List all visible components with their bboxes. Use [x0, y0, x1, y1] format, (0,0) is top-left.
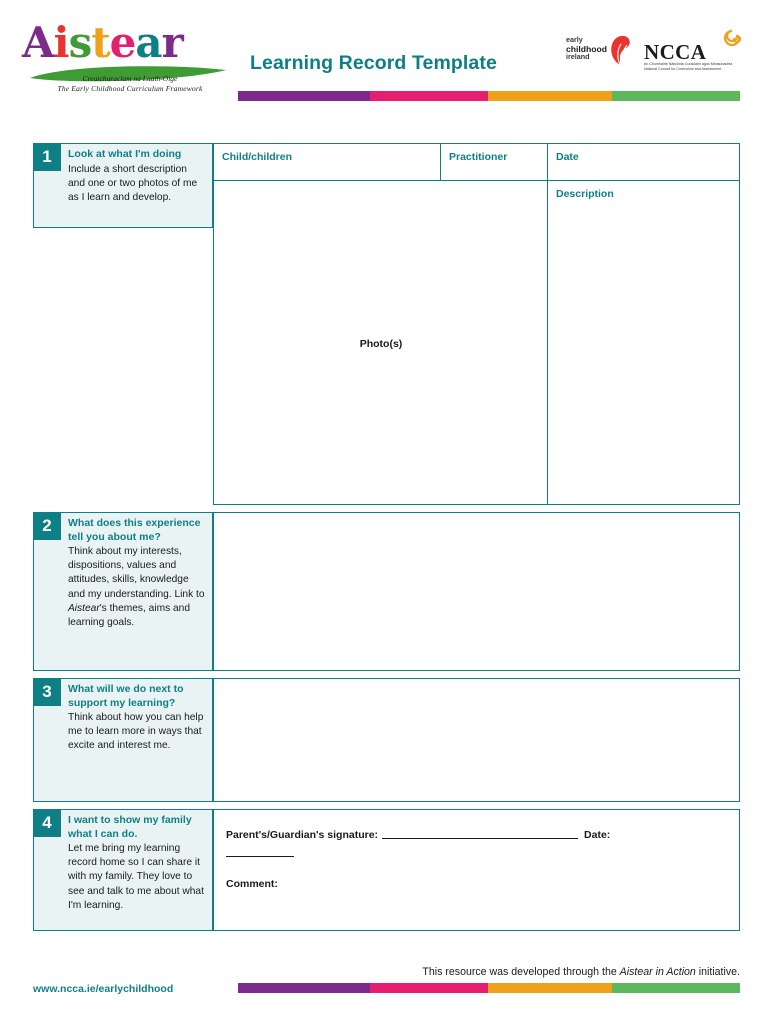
logo-letter-a2: a	[135, 18, 162, 67]
logo-letter-r: r	[161, 18, 184, 67]
column-header-date: Date	[547, 143, 740, 181]
section-4: I want to show my family what I can do. …	[33, 809, 740, 931]
footer-note-after: initiative.	[695, 966, 740, 978]
colorbar-bottom-segment-pink	[370, 983, 488, 993]
comment-label: Comment:	[226, 878, 278, 890]
section-1-content-row: Photo(s) Description	[213, 181, 740, 505]
section-1-number: 1	[33, 143, 61, 171]
colorbar-bottom	[238, 983, 740, 993]
colorbar-segment-pink	[370, 91, 488, 101]
logo-letter-a1: A	[22, 18, 55, 67]
description-label: Description	[556, 188, 614, 200]
signature-area: Parent's/Guardian's signature: Date: Comm…	[214, 810, 739, 890]
photos-field[interactable]: Photo(s)	[213, 181, 547, 505]
section-2-title: What does this experience tell you about…	[68, 517, 201, 543]
column-header-practitioner: Practitioner	[440, 143, 547, 181]
section-4-signature-box: Parent's/Guardian's signature: Date: Comm…	[213, 809, 740, 931]
section-3-body: Think about how you can help me to learn…	[68, 712, 204, 752]
section-3-title: What will we do next to support my learn…	[68, 683, 184, 709]
logo-letter-t: t	[91, 18, 110, 67]
footer-note: This resource was developed through the …	[0, 966, 740, 978]
section-3-answer-field[interactable]	[213, 678, 740, 802]
signature-line: Parent's/Guardian's signature: Date:	[226, 826, 729, 862]
section-2-body-before: Think about my interests, dispositions, …	[68, 546, 205, 600]
signature-input[interactable]	[382, 838, 579, 839]
section-1: Look at what I'm doing Include a short d…	[33, 143, 740, 505]
column-header-child: Child/children	[213, 143, 440, 181]
section-3: What will we do next to support my learn…	[33, 678, 740, 802]
section-2-body-italic: Aistear	[68, 602, 100, 614]
section-4-number: 4	[33, 809, 61, 837]
spiral-icon	[723, 29, 742, 47]
ncca-subtitle: An Chomhairle Náisiúnta Curaclaim agus M…	[644, 62, 733, 71]
section-2-number: 2	[33, 512, 61, 540]
document-page: Aistear Creatchuraclam na Luath-Oige The…	[0, 0, 770, 1024]
section-3-number: 3	[33, 678, 61, 706]
section-4-body: Let me bring my learning record home so …	[68, 843, 204, 911]
aistear-logo: Aistear Creatchuraclam na Luath-Oige The…	[22, 10, 234, 106]
colorbar-bottom-segment-green	[612, 983, 740, 993]
section-2: What does this experience tell you about…	[33, 512, 740, 671]
colorbar-segment-purple	[238, 91, 370, 101]
section-1-header-row: Child/children Practitioner Date	[213, 143, 740, 181]
document-header: Aistear Creatchuraclam na Luath-Oige The…	[0, 0, 770, 120]
colorbar-segment-orange	[488, 91, 612, 101]
colorbar-segment-green	[612, 91, 740, 101]
section-2-answer-field[interactable]	[213, 512, 740, 671]
page-title: Learning Record Template	[250, 52, 497, 74]
colorbar-top	[238, 91, 740, 101]
section-4-title: I want to show my family what I can do.	[68, 814, 192, 840]
shell-icon	[611, 35, 630, 66]
footer-url[interactable]: www.ncca.ie/earlychildhood	[33, 983, 173, 995]
learning-record-table: Look at what I'm doing Include a short d…	[33, 143, 740, 938]
ncca-logo: NCCA An Chomhairle Náisiúnta Curaclaim a…	[644, 28, 742, 72]
section-1-title: Look at what I'm doing	[68, 148, 182, 160]
section-1-body: Include a short description and one or t…	[68, 163, 198, 203]
footer-note-italic: Aistear in Action	[619, 966, 696, 978]
photos-placeholder-label: Photo(s)	[359, 338, 403, 350]
logo-subtitle-irish: Creatchuraclam na Luath-Oige	[82, 74, 178, 83]
colorbar-bottom-segment-orange	[488, 983, 612, 993]
logo-subtitle: Creatchuraclam na Luath-Oige The Early C…	[30, 74, 230, 94]
section-1-grid: Child/children Practitioner Date Photo(s…	[213, 143, 740, 505]
colorbar-bottom-segment-purple	[238, 983, 370, 993]
logo-subtitle-english: The Early Childhood Curriculum Framework	[57, 84, 203, 93]
footer-note-before: This resource was developed through the	[422, 966, 620, 978]
section-2-body: Think about my interests, dispositions, …	[68, 545, 206, 630]
signature-date-label: Date:	[584, 829, 611, 841]
logo-letter-s: s	[68, 18, 93, 67]
logo-letter-e: e	[109, 18, 137, 67]
ec-line3: ireland	[566, 52, 590, 62]
signature-label: Parent's/Guardian's signature:	[226, 829, 379, 841]
description-field[interactable]: Description	[547, 181, 740, 505]
early-childhood-ireland-logo: early childhood ireland	[566, 34, 632, 70]
signature-date-input[interactable]	[226, 856, 294, 857]
logo-letter-i: i	[53, 18, 70, 67]
early-childhood-text: early childhood ireland	[566, 35, 607, 62]
